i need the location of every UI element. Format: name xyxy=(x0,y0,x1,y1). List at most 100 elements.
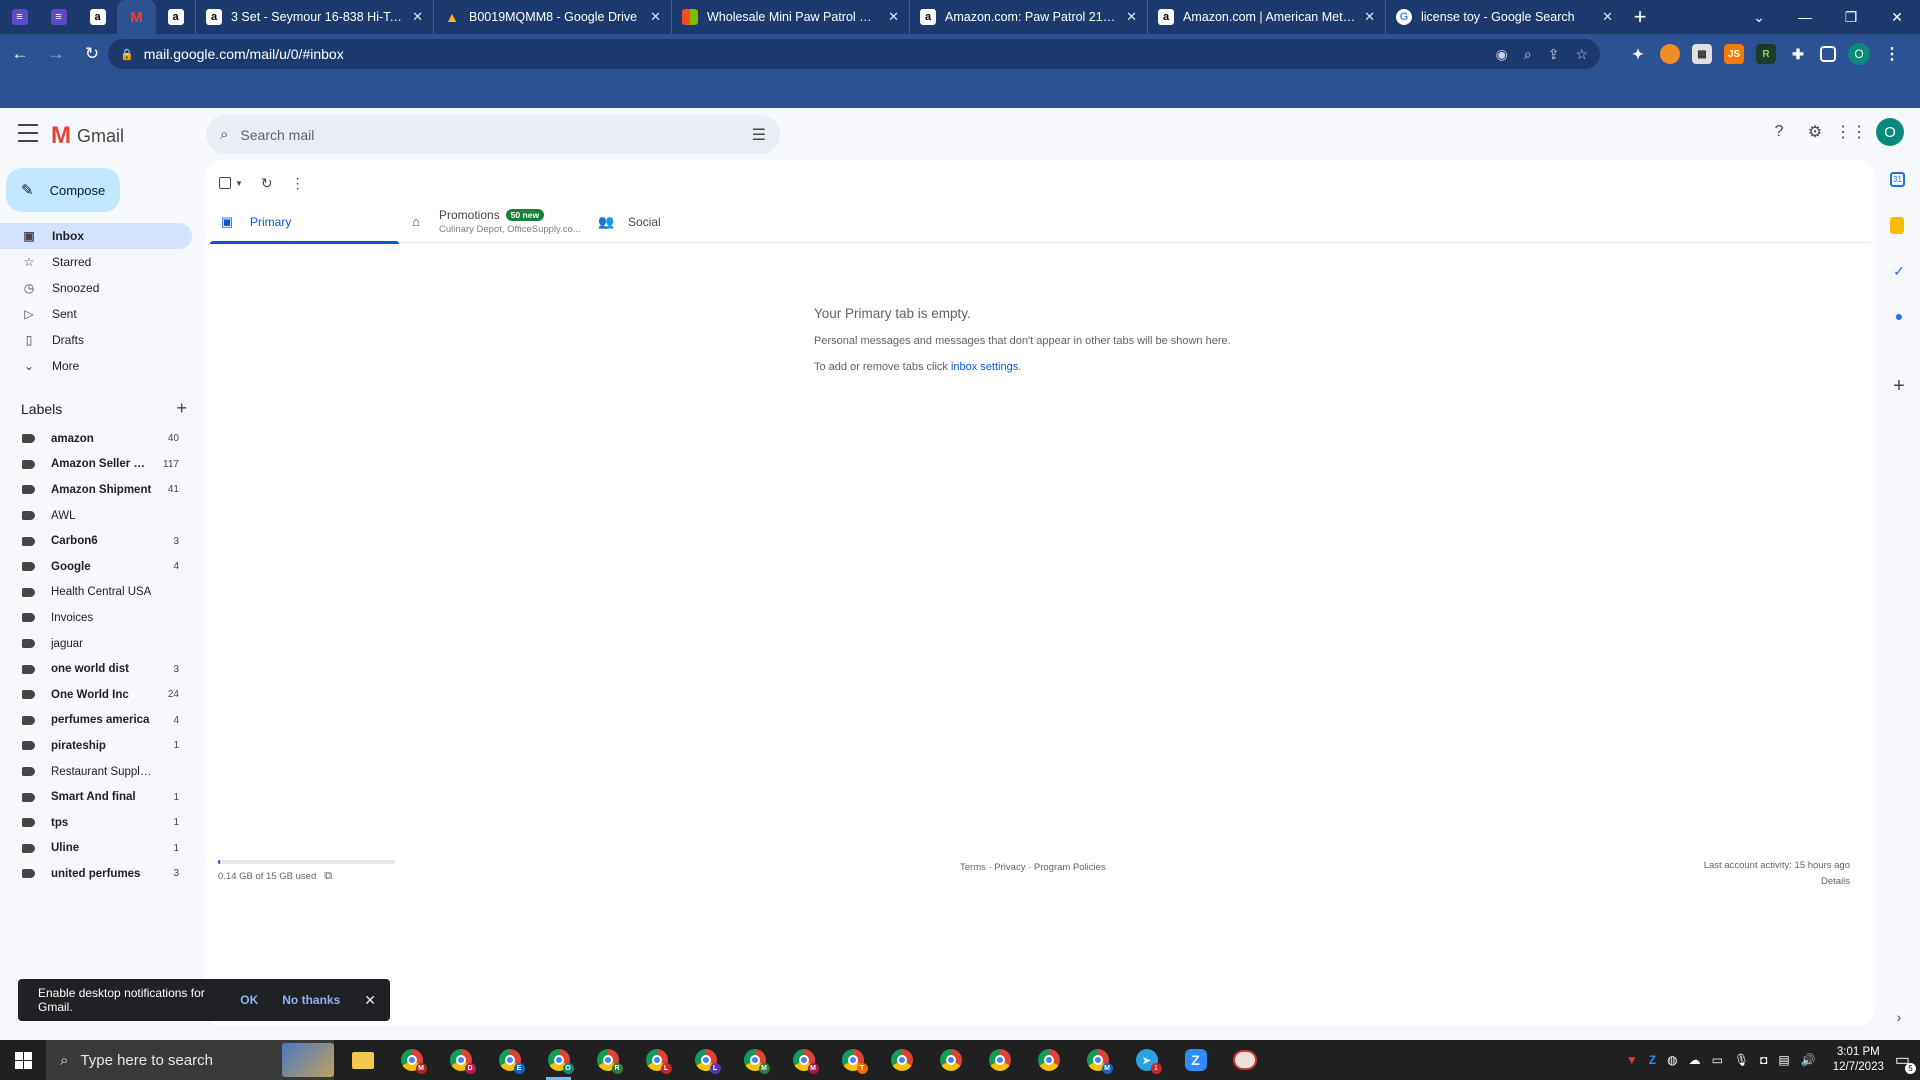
search-options-icon[interactable]: ☰ xyxy=(752,125,766,145)
taskbar-chrome-app[interactable] xyxy=(1024,1040,1073,1080)
nav-item-starred[interactable]: ☆ Starred xyxy=(0,249,192,275)
pinned-tab[interactable]: ≡ xyxy=(0,0,39,34)
network-icon[interactable]: ▤ xyxy=(1778,1053,1789,1067)
taskbar-chrome-app[interactable] xyxy=(975,1040,1024,1080)
gmail-logo[interactable]: M Gmail xyxy=(51,122,124,150)
extensions-puzzle-icon[interactable]: ✚ xyxy=(1788,44,1808,64)
footer-links[interactable]: Terms · Privacy · Program Policies xyxy=(960,862,1106,873)
start-button[interactable] xyxy=(0,1040,46,1080)
taskbar-folder-app[interactable] xyxy=(338,1040,387,1080)
more-options-icon[interactable]: ⋮ xyxy=(291,175,305,192)
label-item[interactable]: Amazon Seller Ce... 117 xyxy=(0,452,192,478)
omnibox[interactable]: 🔒 mail.google.com/mail/u/0/#inbox ◉ ⌕ ⇪ … xyxy=(108,39,1600,69)
drive-tray-icon[interactable]: ▭ xyxy=(1712,1053,1723,1067)
create-label-icon[interactable]: + xyxy=(176,398,187,419)
label-item[interactable]: Amazon Shipment 41 xyxy=(0,477,192,503)
main-menu-icon[interactable] xyxy=(18,124,38,142)
label-item[interactable]: jaguar xyxy=(0,631,192,657)
taskbar-chrome-app[interactable]: M xyxy=(730,1040,779,1080)
zoom-tray-icon[interactable]: Z xyxy=(1649,1053,1656,1067)
tab-primary[interactable]: ▣ Primary xyxy=(210,200,399,244)
extension-chart-icon[interactable]: ▦ xyxy=(1692,44,1712,64)
taskbar-zoom-app[interactable]: Z xyxy=(1171,1040,1220,1080)
taskbar-chrome-app[interactable]: O xyxy=(534,1040,583,1080)
label-item[interactable]: AWL xyxy=(0,503,192,529)
taskbar-chrome-app[interactable]: M xyxy=(1073,1040,1122,1080)
label-item[interactable]: united perfumes 3 xyxy=(0,861,192,887)
toast-no-thanks-button[interactable]: No thanks xyxy=(282,993,340,1007)
refresh-icon[interactable]: ↻ xyxy=(261,175,273,192)
apps-grid-icon[interactable]: ⋮⋮ xyxy=(1835,121,1867,143)
forward-button[interactable]: → xyxy=(40,38,72,70)
taskbar-search[interactable]: ⌕ xyxy=(46,1040,334,1080)
clock[interactable]: 3:01 PM 12/7/2023 xyxy=(1833,1045,1884,1075)
taskbar-chrome-app[interactable]: L xyxy=(681,1040,730,1080)
label-item[interactable]: Smart And final 1 xyxy=(0,784,192,810)
taskbar-chrome-app[interactable]: M xyxy=(387,1040,436,1080)
extension-orange-icon[interactable] xyxy=(1660,44,1680,64)
pdf-tray-icon[interactable]: ▼ xyxy=(1626,1053,1638,1067)
new-tab-button[interactable]: + xyxy=(1623,4,1657,30)
taskbar-chrome-app[interactable]: L xyxy=(632,1040,681,1080)
side-panel-icon[interactable] xyxy=(1820,46,1836,62)
toast-ok-button[interactable]: OK xyxy=(240,993,258,1007)
select-all-checkbox[interactable] xyxy=(219,177,231,189)
tab-promotions[interactable]: ⌂ Promotions 50 new Culinary Depot, OfficeS… xyxy=(399,200,588,243)
taskbar-chrome-app[interactable]: T xyxy=(828,1040,877,1080)
browser-tab[interactable]: Wholesale Mini Paw Patrol Guita ✕ xyxy=(671,0,909,34)
taskbar-bird-app[interactable] xyxy=(1220,1040,1269,1080)
microphone-icon[interactable]: 🎙 xyxy=(1734,1053,1749,1067)
label-item[interactable]: tps 1 xyxy=(0,810,192,836)
account-avatar[interactable]: O xyxy=(1876,118,1904,146)
browser-menu-icon[interactable]: ⋮ xyxy=(1882,44,1902,64)
tab-close-icon[interactable]: ✕ xyxy=(1364,9,1375,25)
nav-item-sent[interactable]: ▷ Sent xyxy=(0,301,192,327)
share-icon[interactable]: ⇪ xyxy=(1548,46,1560,63)
keep-icon[interactable] xyxy=(1890,217,1904,234)
url-text[interactable]: mail.google.com/mail/u/0/#inbox xyxy=(144,46,1480,62)
inbox-settings-link[interactable]: inbox settings xyxy=(951,361,1018,373)
label-item[interactable]: pirateship 1 xyxy=(0,733,192,759)
pinned-tab[interactable]: a xyxy=(156,0,195,34)
pinned-tab[interactable]: a xyxy=(78,0,117,34)
label-item[interactable]: Google 4 xyxy=(0,554,192,580)
nav-item-snoozed[interactable]: ◷ Snoozed xyxy=(0,275,192,301)
extension-sparkle-icon[interactable]: ✦ xyxy=(1628,44,1648,64)
label-item[interactable]: amazon 40 xyxy=(0,426,192,452)
tab-social[interactable]: 👥 Social xyxy=(588,200,777,243)
taskbar-telegram-app[interactable]: ➤ 1 xyxy=(1122,1040,1171,1080)
label-item[interactable]: One World Inc 24 xyxy=(0,682,192,708)
select-caret-icon[interactable]: ▼ xyxy=(235,179,243,188)
eye-icon[interactable]: ◉ xyxy=(1496,46,1508,63)
label-item[interactable]: Invoices xyxy=(0,605,192,631)
label-item[interactable]: perfumes america 4 xyxy=(0,708,192,734)
chrome-tray-icon[interactable]: ◍ xyxy=(1667,1053,1677,1067)
tasks-icon[interactable]: ✓ xyxy=(1890,262,1908,280)
notification-center-icon[interactable]: ▭ 5 xyxy=(1895,1050,1916,1074)
search-input[interactable] xyxy=(240,126,752,143)
compose-button[interactable]: ✎ Compose xyxy=(6,168,120,212)
label-item[interactable]: Carbon6 3 xyxy=(0,528,192,554)
profile-avatar[interactable]: O xyxy=(1848,43,1870,65)
search-highlight-image[interactable] xyxy=(282,1043,334,1077)
taskbar-search-input[interactable] xyxy=(80,1051,241,1069)
volume-icon[interactable]: 🔊 xyxy=(1801,1053,1816,1067)
taskbar-chrome-app[interactable]: R xyxy=(583,1040,632,1080)
camera-icon[interactable]: ◘ xyxy=(1760,1053,1767,1067)
taskbar-chrome-app[interactable]: M xyxy=(779,1040,828,1080)
details-link[interactable]: Details xyxy=(1704,874,1850,890)
support-icon[interactable]: ? xyxy=(1768,121,1790,143)
nav-item-inbox[interactable]: ▣ Inbox xyxy=(0,223,192,249)
tab-close-icon[interactable]: ✕ xyxy=(1126,9,1137,25)
extension-js-icon[interactable]: JS xyxy=(1724,44,1744,64)
browser-tab[interactable]: a 3 Set - Seymour 16-838 Hi-Tech ✕ xyxy=(195,0,433,34)
pinned-tab[interactable]: M xyxy=(117,0,156,34)
nav-item-drafts[interactable]: ▯ Drafts xyxy=(0,327,192,353)
label-item[interactable]: Uline 1 xyxy=(0,836,192,862)
calendar-icon[interactable]: 31 xyxy=(1890,172,1905,187)
restore-button[interactable]: ❐ xyxy=(1828,0,1874,34)
pinned-tab[interactable]: ≡ xyxy=(39,0,78,34)
browser-tab[interactable]: a Amazon.com: Paw Patrol 21" Kid ✕ xyxy=(909,0,1147,34)
taskbar-chrome-app[interactable] xyxy=(926,1040,975,1080)
taskbar-chrome-app[interactable]: D xyxy=(436,1040,485,1080)
